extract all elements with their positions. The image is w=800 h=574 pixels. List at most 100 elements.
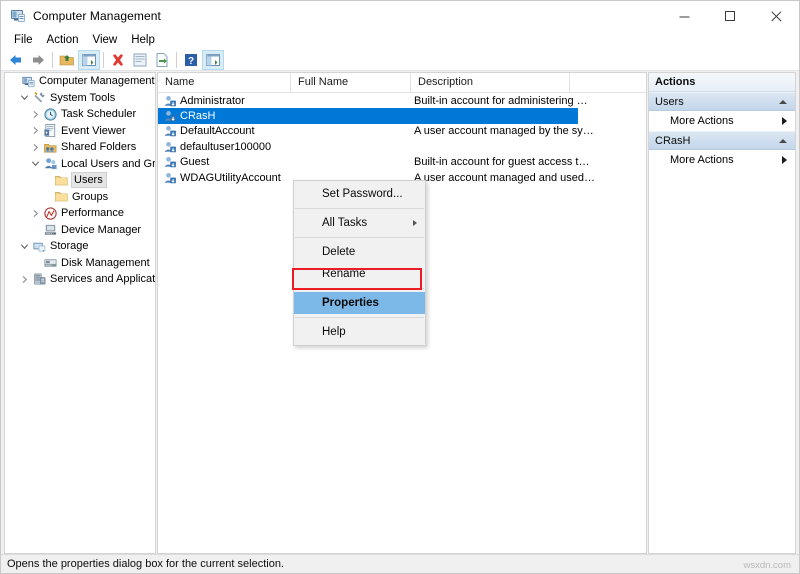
tree-item-label: Users [71,172,107,188]
tree-item-shared-folders[interactable]: Shared Folders [5,139,155,156]
refresh-button[interactable] [202,50,224,70]
list-column-headers: Name Full Name Description [158,73,646,93]
context-menu-item-help[interactable]: Help [294,321,425,343]
table-row[interactable]: Guest Built-in account for guest access t… [158,155,646,170]
console-tree: Computer Management (Local)System ToolsT… [5,73,155,288]
tree-item-device-manager[interactable]: Device Manager [5,222,155,239]
chevron-right-icon[interactable] [29,124,42,138]
tree-item-label: Local Users and Groups [61,157,156,171]
context-menu-item-label: Rename [322,268,365,280]
menu-separator [295,288,424,289]
mmc-console-icon [10,8,26,24]
users-list: AdministratorBuilt-in account for admini… [158,93,646,185]
tree-item-label: Shared Folders [61,140,136,154]
tree-item-users[interactable]: Users [5,172,155,189]
context-menu-item-delete[interactable]: Delete [294,241,425,263]
toolbar-separator [103,52,104,68]
column-header-filler [570,73,646,92]
chevron-right-icon[interactable] [18,272,31,286]
tree-item-computer-management-local[interactable]: Computer Management (Local) [5,73,155,90]
delete-button[interactable] [107,50,129,70]
watermark: wsxdn.com [743,560,791,571]
storage-icon [31,239,47,254]
chevron-down-icon[interactable] [29,157,42,171]
tree-spacer [29,256,42,270]
table-row[interactable]: defaultuser100000 [158,139,646,154]
context-menu-item-properties[interactable]: Properties [294,292,425,314]
actions-pane-title: Actions [649,73,795,92]
actions-group-header-users[interactable]: Users [649,92,795,111]
tree-item-label: Services and Applications [50,272,156,286]
menu-file[interactable]: File [7,32,40,49]
actions-pane: Actions Users More Actions CRasH More Ac… [648,72,796,554]
action-more-actions-crash[interactable]: More Actions [649,150,795,170]
menu-view[interactable]: View [86,32,125,49]
context-menu-item-set-password[interactable]: Set Password... [294,183,425,205]
tree-item-system-tools[interactable]: System Tools [5,90,155,107]
up-one-level-button[interactable] [56,50,78,70]
chevron-right-icon[interactable] [29,206,42,220]
export-list-button[interactable] [151,50,173,70]
chevron-down-icon[interactable] [18,91,31,105]
folder-icon [53,189,69,204]
tree-item-local-users-and-groups[interactable]: Local Users and Groups [5,156,155,173]
tree-item-disk-management[interactable]: Disk Management [5,255,155,272]
chevron-down-icon[interactable] [18,239,31,253]
tree-item-groups[interactable]: Groups [5,189,155,206]
tree-item-services-and-applications[interactable]: Services and Applications [5,271,155,288]
menu-action[interactable]: Action [40,32,86,49]
maximize-button[interactable] [707,1,753,31]
table-row[interactable]: CRasH [158,108,578,123]
status-bar: Opens the properties dialog box for the … [1,554,799,573]
console-tree-pane[interactable]: Computer Management (Local)System ToolsT… [4,72,156,554]
tree-item-performance[interactable]: Performance [5,205,155,222]
cell-name: DefaultAccount [158,124,291,138]
close-button[interactable] [753,1,799,31]
cell-description: Built-in account for guest access t… [411,156,641,168]
cell-description: A user account managed by the sy… [411,125,641,137]
chevron-right-icon[interactable] [29,140,42,154]
chevron-up-icon[interactable] [779,100,787,104]
computer-management-window: Computer Management File Action View Hel… [0,0,800,574]
user-account-icon [163,124,177,138]
forward-button[interactable] [27,50,49,70]
tree-item-label: Storage [50,239,89,253]
column-header-description[interactable]: Description [411,73,570,92]
actions-group-header-crash[interactable]: CRasH [649,131,795,150]
minimize-button[interactable] [661,1,707,31]
context-menu-item-all-tasks[interactable]: All Tasks [294,212,425,234]
action-more-actions-users[interactable]: More Actions [649,111,795,131]
actions-group-label-crash: CRasH [655,135,690,147]
context-menu-item-label: All Tasks [322,217,367,229]
tree-item-task-scheduler[interactable]: Task Scheduler [5,106,155,123]
show-hide-tree-button[interactable] [78,50,100,70]
menu-separator [295,317,424,318]
table-row[interactable]: AdministratorBuilt-in account for admini… [158,93,646,108]
context-menu-item-rename[interactable]: Rename [294,263,425,285]
context-menu-item-label: Help [322,326,346,338]
tree-spacer [29,223,42,237]
context-menu-item-label: Properties [322,297,379,309]
cell-name: Guest [158,155,291,169]
back-button[interactable] [5,50,27,70]
user-account-icon [163,109,177,123]
tree-item-event-viewer[interactable]: Event Viewer [5,123,155,140]
folder-icon [53,173,69,188]
column-header-full-name[interactable]: Full Name [291,73,411,92]
column-header-name[interactable]: Name [158,73,291,92]
menu-help[interactable]: Help [124,32,162,49]
help-button[interactable]: ? [180,50,202,70]
cell-name: WDAGUtilityAccount [158,171,291,185]
tree-item-label: Performance [61,206,124,220]
tree-item-label: Groups [72,190,108,204]
properties-button[interactable] [129,50,151,70]
table-row[interactable]: DefaultAccount A user account managed by … [158,124,646,139]
user-name-label: WDAGUtilityAccount [180,172,281,184]
toolbar-separator [176,52,177,68]
tree-spacer [40,173,53,187]
chevron-up-icon[interactable] [779,139,787,143]
context-menu[interactable]: Set Password... All Tasks Delete Rename Prop… [293,180,426,346]
user-name-label: CRasH [180,110,215,122]
chevron-right-icon[interactable] [29,107,42,121]
tree-item-storage[interactable]: Storage [5,238,155,255]
